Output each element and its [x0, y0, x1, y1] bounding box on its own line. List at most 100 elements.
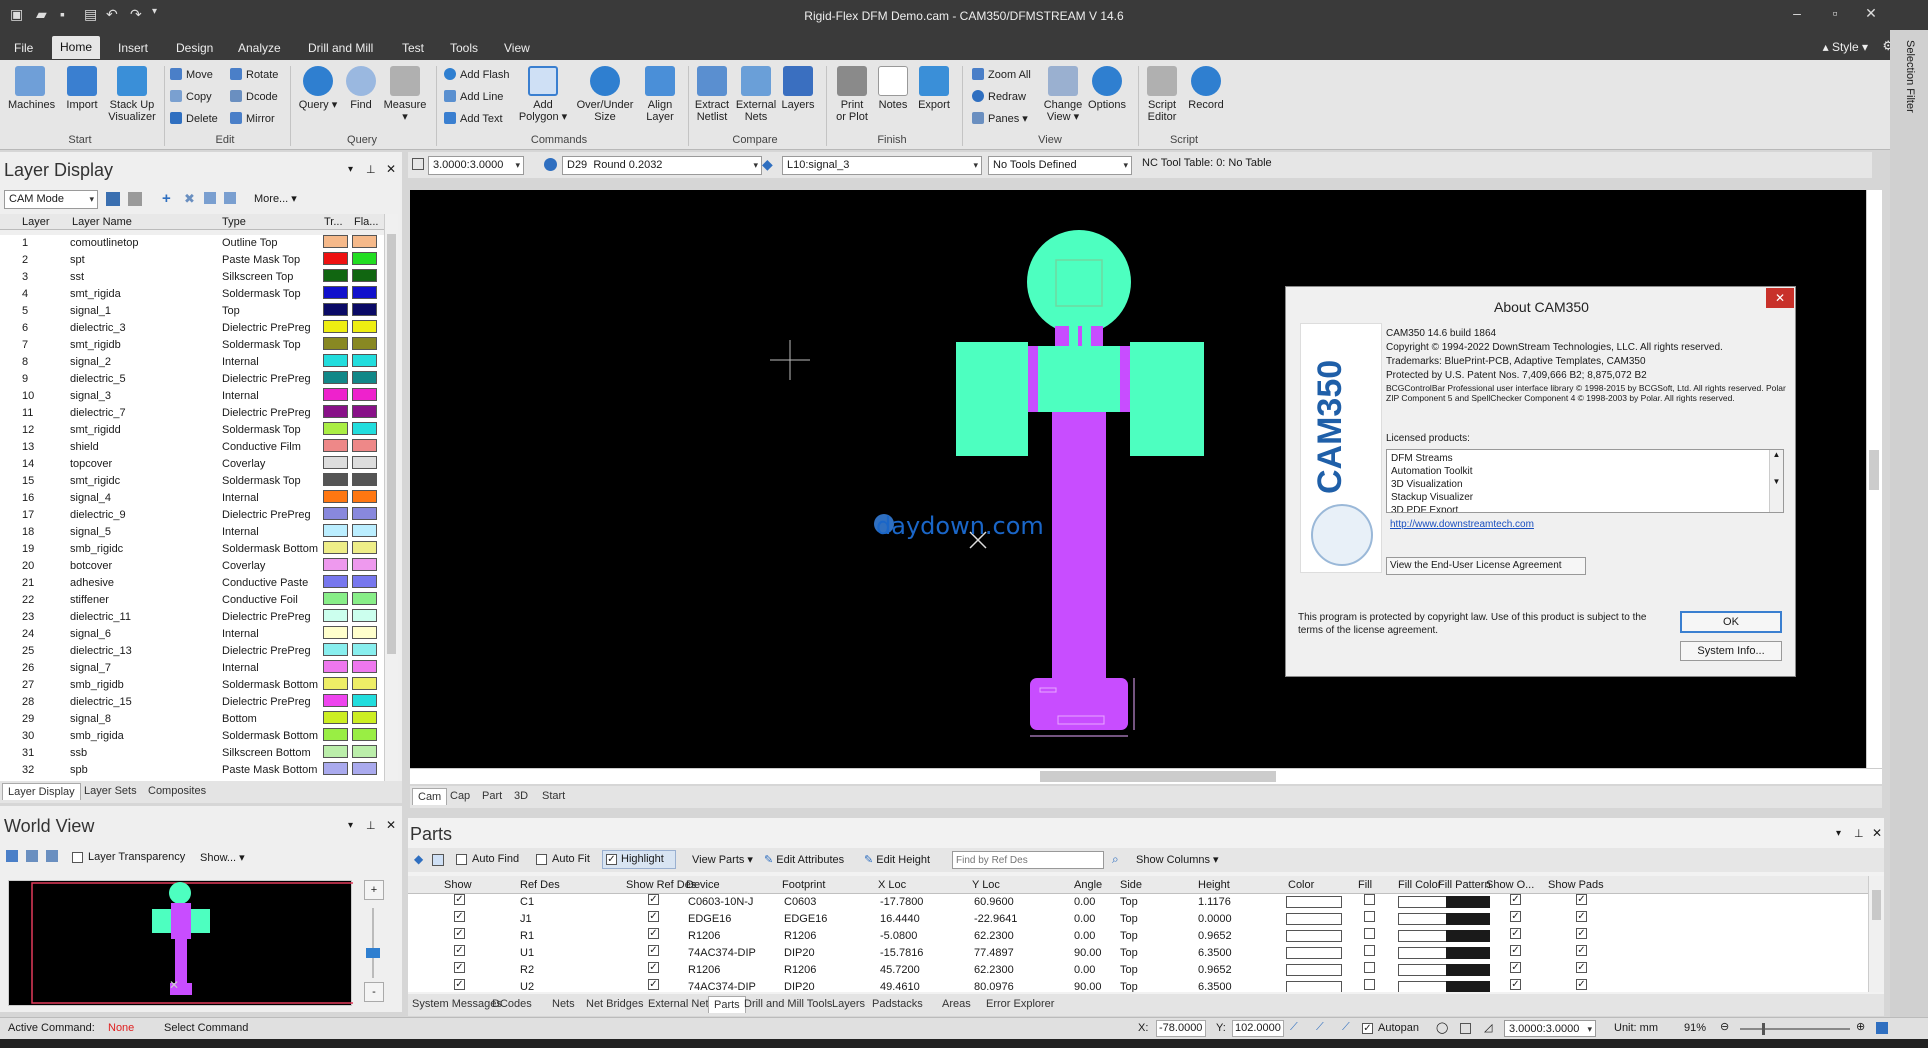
menu-test[interactable]: Test — [394, 37, 432, 60]
flash-color-swatch[interactable] — [352, 490, 377, 503]
flash-color-swatch[interactable] — [352, 524, 377, 537]
layer-row[interactable]: 3 sst Silkscreen Top — [0, 269, 392, 286]
trace-color-swatch[interactable] — [323, 694, 348, 707]
show-ref-des-checkbox[interactable]: ✓ — [648, 911, 659, 922]
parts-col-header[interactable]: Height — [1198, 876, 1230, 894]
flash-color-swatch[interactable] — [352, 388, 377, 401]
trace-color-swatch[interactable] — [323, 388, 348, 401]
website-link[interactable]: http://www.downstreamtech.com — [1390, 519, 1534, 530]
trace-color-swatch[interactable] — [323, 745, 348, 758]
menu-analyze[interactable]: Analyze — [230, 37, 289, 60]
layer-row[interactable]: 2 spt Paste Mask Top — [0, 252, 392, 269]
parts-col-header[interactable]: Show O... — [1486, 876, 1534, 894]
over-under-size-button[interactable]: Over/Under Size — [572, 66, 638, 123]
find-search-icon[interactable]: ⌕ — [1112, 852, 1119, 867]
layer-row[interactable]: 32 spb Paste Mask Bottom — [0, 762, 392, 779]
layer-row[interactable]: 13 shield Conductive Film — [0, 439, 392, 456]
parts-layer-icon[interactable]: ◆ — [414, 852, 423, 866]
licensed-products-list[interactable]: DFM Streams Automation Toolkit 3D Visualiz… — [1386, 449, 1784, 513]
parts-col-header[interactable]: X Loc — [878, 876, 906, 894]
measure-button[interactable]: Measure ▾ — [380, 66, 430, 123]
layer-up-icon[interactable] — [204, 192, 216, 204]
panel-menu-icon[interactable]: ▾ — [348, 164, 353, 175]
flash-color-swatch[interactable] — [352, 286, 377, 299]
trace-color-swatch[interactable] — [323, 575, 348, 588]
zoom-all-button[interactable]: Zoom All — [972, 68, 1031, 81]
dcode-select[interactable]: D29 Round 0.2032 ▾ — [562, 156, 762, 175]
options-button[interactable]: Options — [1086, 66, 1128, 111]
parts-select-icon[interactable] — [432, 854, 444, 866]
layer-row[interactable]: 5 signal_1 Top — [0, 303, 392, 320]
flash-color-swatch[interactable] — [352, 711, 377, 724]
angle-icon[interactable]: ⟋ — [1342, 1021, 1350, 1034]
color-cell[interactable] — [1286, 896, 1342, 908]
add-flash-button[interactable]: Add Flash — [444, 68, 510, 81]
open-layers-icon[interactable] — [128, 192, 142, 206]
show-columns-button[interactable]: Show Columns ▾ — [1136, 853, 1219, 866]
layer-row[interactable]: 6 dielectric_3 Dielectric PrePreg — [0, 320, 392, 337]
pin-icon[interactable]: ⊥ — [366, 163, 376, 176]
record-button[interactable]: Record — [1186, 66, 1226, 111]
zoom-in-icon[interactable]: ⊕ — [1856, 1020, 1865, 1033]
color-cell[interactable] — [1286, 913, 1342, 925]
layers-compare-button[interactable]: Layers — [780, 66, 816, 111]
col-type[interactable]: Type — [222, 216, 246, 228]
fill-checkbox[interactable] — [1364, 928, 1375, 939]
layer-down-icon[interactable] — [224, 192, 236, 204]
flash-color-swatch[interactable] — [352, 405, 377, 418]
show-checkbox[interactable]: ✓ — [454, 945, 465, 956]
bottom-tab[interactable]: Areas — [942, 998, 971, 1010]
trace-color-swatch[interactable] — [323, 252, 348, 265]
parts-row[interactable]: ✓ U2 ✓ 74AC374-DIP DIP20 49.4610 80.0976 90.00 T… — [408, 979, 1868, 992]
show-checkbox[interactable]: ✓ — [454, 962, 465, 973]
stack-up-visualizer-button[interactable]: Stack Up Visualizer — [104, 66, 160, 123]
show-pads-checkbox[interactable]: ✓ — [1576, 894, 1587, 905]
active-layer-select[interactable]: L10:signal_3 ▾ — [782, 156, 982, 175]
trace-color-swatch[interactable] — [323, 626, 348, 639]
trace-color-swatch[interactable] — [323, 269, 348, 282]
grid-select[interactable]: 3.0000:3.0000 ▾ — [428, 156, 524, 175]
layer-row[interactable]: 28 dielectric_15 Dielectric PrePreg — [0, 694, 392, 711]
import-button[interactable]: Import — [62, 66, 102, 111]
show-pads-checkbox[interactable]: ✓ — [1576, 945, 1587, 956]
delete-button[interactable]: Delete — [170, 112, 218, 125]
layer-row[interactable]: 1 comoutlinetop Outline Top — [0, 235, 392, 252]
menu-design[interactable]: Design — [168, 37, 221, 60]
wv-zoom-in-button[interactable]: + — [364, 880, 384, 900]
show-outline-checkbox[interactable]: ✓ — [1510, 979, 1521, 990]
parts-row[interactable]: ✓ J1 ✓ EDGE16 EDGE16 16.4440 -22.9641 0.00 Top 0.… — [408, 911, 1868, 928]
parts-menu-icon[interactable]: ▾ — [1836, 828, 1841, 839]
trace-color-swatch[interactable] — [323, 439, 348, 452]
col-layer[interactable]: Layer — [22, 216, 50, 228]
world-view-canvas[interactable]: ✕ — [8, 880, 360, 1006]
export-button[interactable]: Export — [914, 66, 954, 111]
trace-color-swatch[interactable] — [323, 592, 348, 605]
wv-zoom-icon[interactable] — [6, 850, 18, 862]
print-or-plot-button[interactable]: Print or Plot — [832, 66, 872, 123]
wv-zoom-out-button[interactable]: - — [364, 982, 384, 1002]
measure-status-icon[interactable]: ◿ — [1484, 1021, 1492, 1034]
add-layer-icon[interactable]: + — [162, 190, 171, 207]
dcode-button[interactable]: Dcode — [230, 90, 278, 103]
trace-color-swatch[interactable] — [323, 235, 348, 248]
add-text-button[interactable]: Add Text — [444, 112, 503, 125]
fill-checkbox[interactable] — [1364, 911, 1375, 922]
more-button[interactable]: More... ▾ — [254, 192, 297, 205]
parts-col-header[interactable]: Fill — [1358, 876, 1372, 894]
show-ref-des-checkbox[interactable]: ✓ — [648, 928, 659, 939]
zoom-slider-track[interactable] — [1740, 1028, 1850, 1030]
trace-color-swatch[interactable] — [323, 541, 348, 554]
color-cell[interactable] — [1286, 981, 1342, 992]
layer-row[interactable]: 21 adhesive Conductive Paste — [0, 575, 392, 592]
edit-height-button[interactable]: ✎ Edit Height — [864, 853, 930, 866]
minimize-icon[interactable]: – — [1782, 5, 1812, 21]
delete-layer-icon[interactable]: ✖ — [184, 191, 195, 207]
snap-icon[interactable]: ⟋ — [1290, 1021, 1298, 1034]
world-view-pin-icon[interactable]: ⊥ — [366, 819, 376, 832]
trace-color-swatch[interactable] — [323, 558, 348, 571]
tab-part[interactable]: Part — [482, 790, 502, 802]
tab-start[interactable]: Start — [542, 790, 565, 802]
panes-button[interactable]: Panes ▾ — [972, 112, 1028, 125]
fill-pattern-cell[interactable] — [1446, 964, 1490, 976]
tab-3d[interactable]: 3D — [514, 790, 528, 802]
